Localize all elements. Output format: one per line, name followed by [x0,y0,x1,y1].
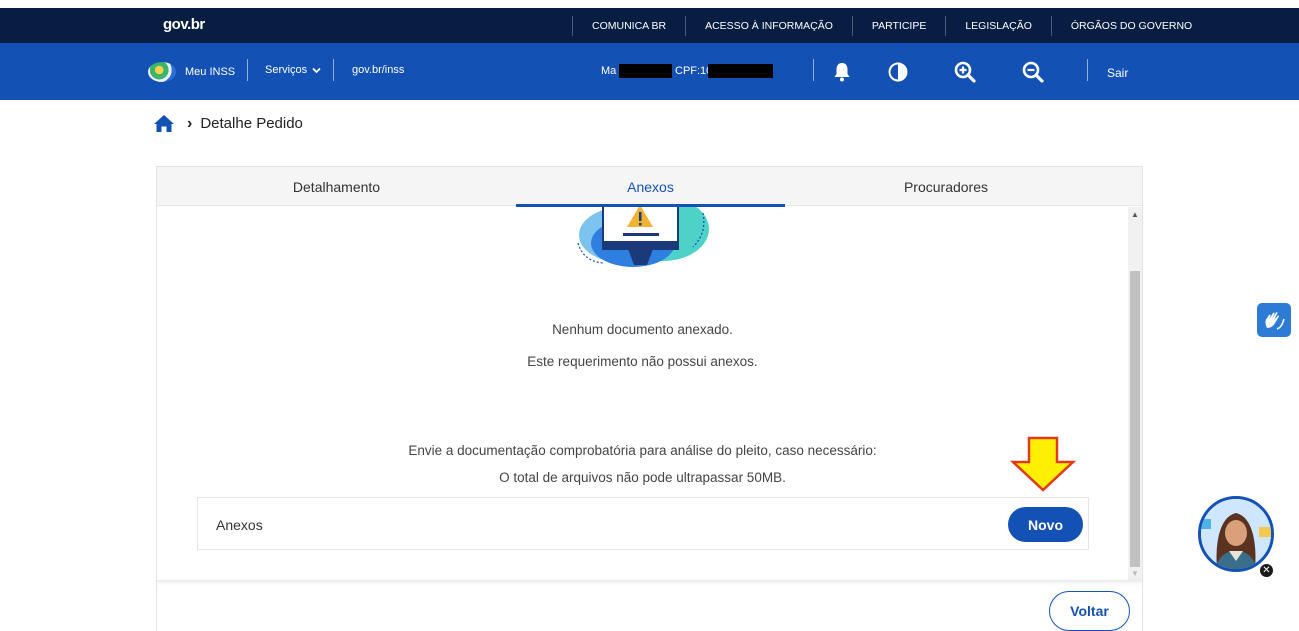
contrast-icon[interactable] [886,61,910,83]
tabs-bar: Detalhamento Anexos Procuradores [157,167,1142,207]
user-cpf: CPF:10 [675,65,712,77]
footer-divider [157,580,1142,582]
redacted-cpf-block [708,64,773,78]
tab-content-anexos: Nenhum documento anexado. Este requerime… [157,207,1128,580]
top-link-comunica[interactable]: COMUNICA BR [572,15,685,36]
chevron-down-icon [312,67,321,73]
close-icon[interactable]: ✕ [1259,563,1274,578]
header-divider [1087,59,1088,81]
header-divider [333,59,334,81]
govbr-logo[interactable]: gov.br [163,16,205,33]
tab-procuradores[interactable]: Procuradores [785,167,1107,206]
site-header: Meu INSS Serviços gov.br/inss Ma CPF:10 … [0,43,1299,100]
back-button[interactable]: Voltar [1049,591,1130,631]
services-label: Serviços [265,64,308,76]
top-link-legislacao[interactable]: LEGISLAÇÃO [945,15,1051,36]
brand-name: Meu INSS [185,66,236,78]
govbr-topbar: gov.br COMUNICA BR ACESSO À INFORMAÇÃO P… [0,8,1299,43]
site-link[interactable]: gov.br/inss [352,64,404,76]
header-divider [247,59,248,81]
tab-anexos[interactable]: Anexos [516,167,785,207]
size-limit-text: O total de arquivos não pode ultrapassar… [499,470,786,485]
zoom-in-icon[interactable] [953,61,977,83]
empty-subtitle: Este requerimento não possui anexos. [527,354,758,369]
content-scrollbar[interactable]: ▲ ▼ [1128,207,1142,580]
user-name: Ma [601,65,617,77]
scroll-up-arrow-icon[interactable]: ▲ [1128,207,1142,221]
top-link-participe[interactable]: PARTICIPE [851,15,945,36]
user-info: Ma [601,65,616,77]
empty-title: Nenhum documento anexado. [552,322,733,337]
breadcrumb-current: Detalhe Pedido [200,115,303,132]
home-icon[interactable] [153,114,175,133]
down-arrow-highlight-icon [1009,436,1077,497]
cpf-label: CPF:10 [675,65,713,77]
anexos-label: Anexos [216,517,263,533]
services-menu[interactable]: Serviços [265,64,321,76]
sign-language-hands-icon[interactable] [1257,303,1291,337]
header-divider [813,59,814,81]
govbr-top-nav: COMUNICA BR ACESSO À INFORMAÇÃO PARTICIP… [572,8,1211,43]
scroll-down-arrow-icon[interactable]: ▼ [1128,566,1142,580]
breadcrumb: › Detalhe Pedido [153,114,303,133]
scroll-thumb[interactable] [1130,271,1140,567]
top-link-orgaos[interactable]: ÓRGÃOS DO GOVERNO [1050,15,1211,36]
new-attachment-button[interactable]: Novo [1008,507,1083,542]
tab-detalhamento[interactable]: Detalhamento [157,167,516,206]
top-link-acesso-informacao[interactable]: ACESSO À INFORMAÇÃO [685,15,852,36]
zoom-out-icon[interactable] [1021,61,1045,83]
instructions-text: Envie a documentação comprobatória para … [408,443,877,458]
brand-link[interactable]: Meu INSS [148,62,235,82]
bell-icon[interactable] [830,61,854,83]
anexos-panel: Anexos Novo [197,497,1089,550]
breadcrumb-separator-icon: › [187,114,193,132]
redacted-name-block [619,64,672,78]
empty-state-illustration [573,207,713,278]
request-detail-card: Detalhamento Anexos Procuradores Nenhum … [156,166,1143,631]
logout-link[interactable]: Sair [1107,66,1128,80]
meu-inss-logo-icon [148,62,176,82]
assistant-avatar[interactable] [1198,496,1274,572]
